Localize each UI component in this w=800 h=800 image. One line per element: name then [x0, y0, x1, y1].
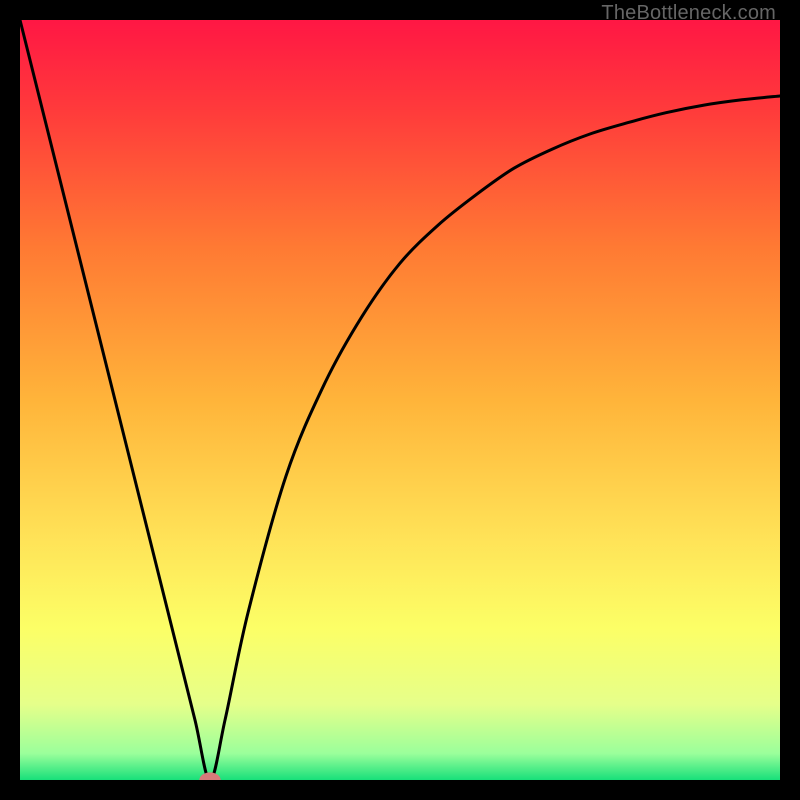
chart-frame [20, 20, 780, 780]
chart-svg [20, 20, 780, 780]
chart-background [20, 20, 780, 780]
watermark-text: TheBottleneck.com [601, 2, 776, 25]
